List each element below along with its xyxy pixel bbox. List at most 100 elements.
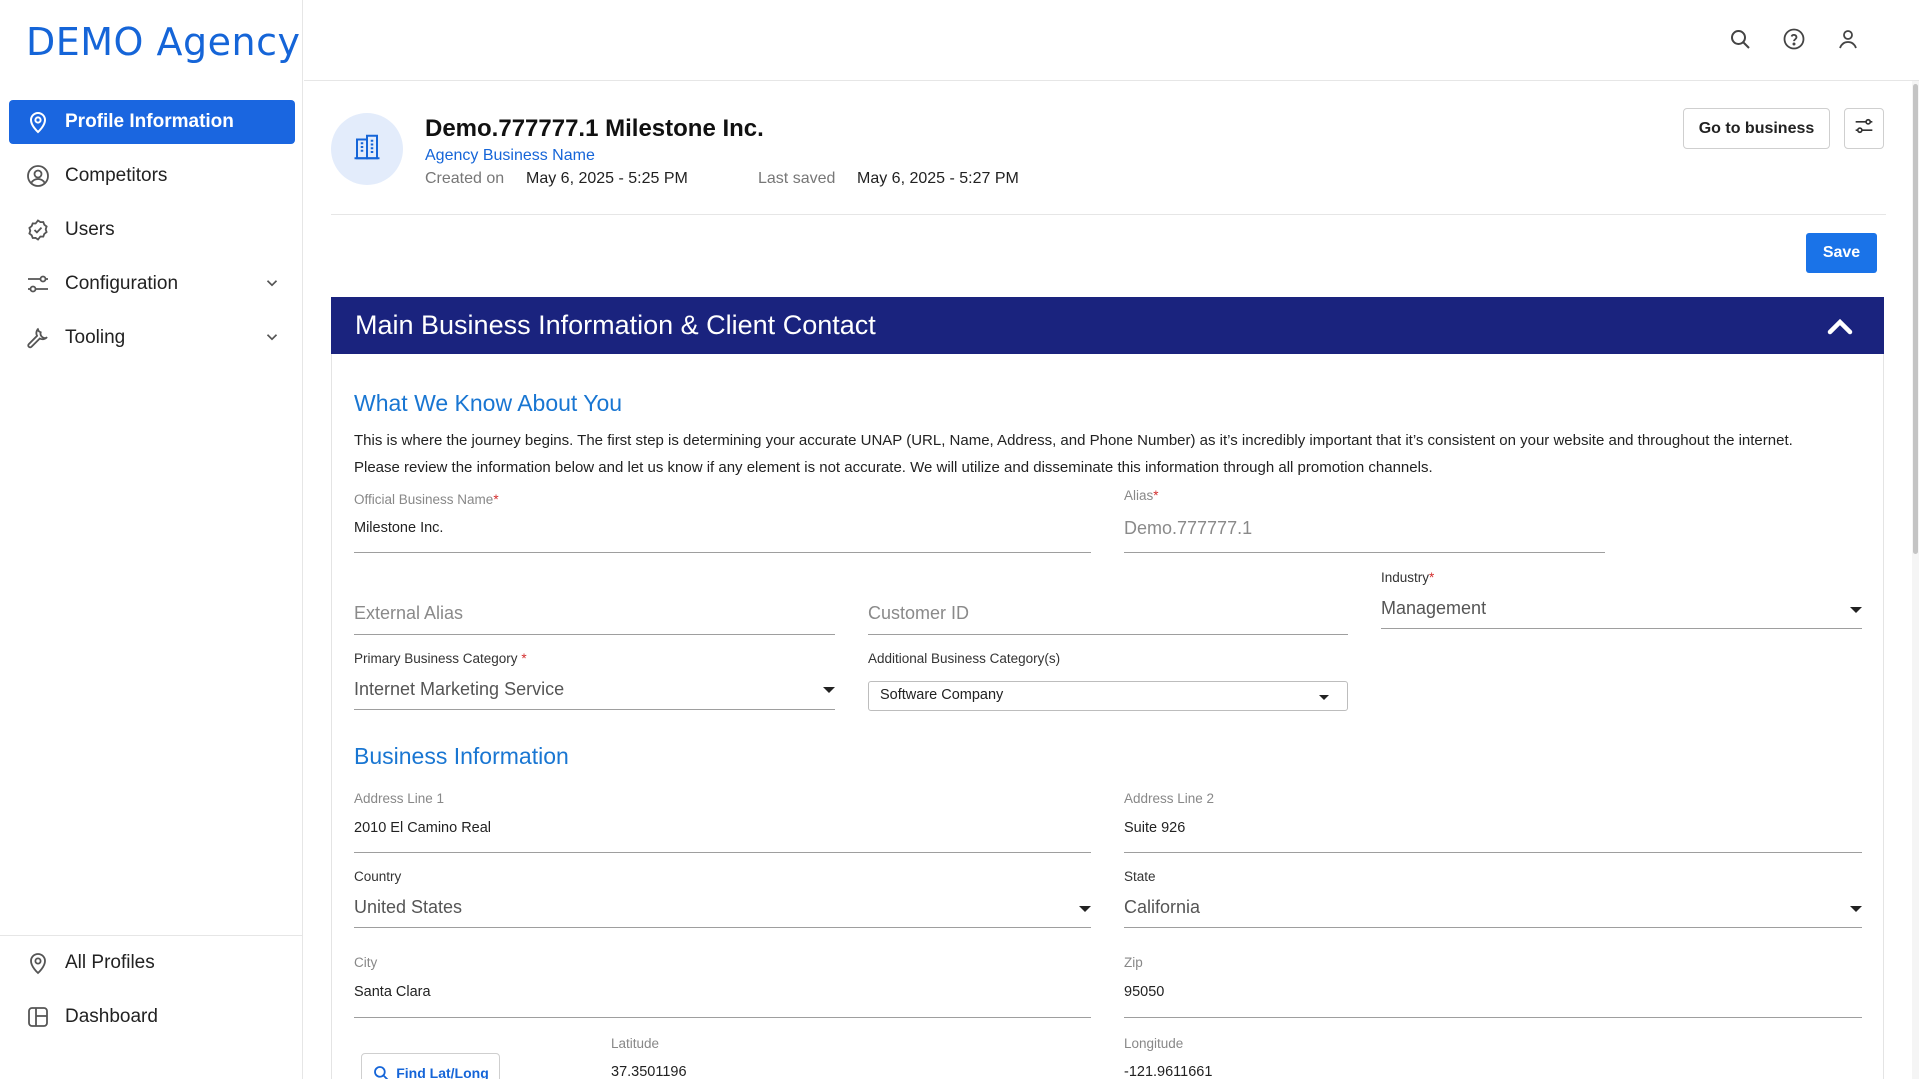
field-label: State bbox=[1124, 869, 1156, 884]
user-circle-icon bbox=[25, 163, 51, 189]
sliders-icon bbox=[25, 271, 51, 297]
field-placeholder: Customer ID bbox=[868, 603, 970, 623]
section-title-what-we-know: What We Know About You bbox=[354, 390, 623, 416]
address-line-1-field[interactable]: Address Line 1 2010 El Camino Real bbox=[354, 788, 1091, 853]
customer-id-input[interactable]: Customer ID bbox=[868, 595, 1348, 635]
additional-category-select[interactable]: Software Company bbox=[868, 681, 1348, 711]
settings-button[interactable] bbox=[1844, 108, 1884, 149]
header-divider bbox=[331, 214, 1886, 215]
created-label: Created on bbox=[425, 170, 505, 187]
sidebar-divider bbox=[0, 935, 303, 936]
business-avatar bbox=[331, 113, 403, 185]
panel-title: Main Business Information & Client Conta… bbox=[355, 310, 876, 340]
check-circle-icon bbox=[25, 217, 51, 243]
caret-down-icon bbox=[823, 687, 835, 693]
primary-category-select[interactable]: Primary Business Category * Internet Mar… bbox=[354, 647, 835, 710]
field-label: Alias* bbox=[1124, 488, 1159, 503]
chevron-down-icon bbox=[263, 274, 281, 298]
country-select[interactable]: Country United States bbox=[354, 866, 1091, 928]
field-label: Official Business Name* bbox=[354, 492, 499, 507]
sidebar-item-all-profiles[interactable]: All Profiles bbox=[9, 941, 295, 985]
sidebar-item-competitors[interactable]: Competitors bbox=[9, 154, 295, 198]
top-bar bbox=[304, 0, 1919, 81]
sidebar-item-profile-information[interactable]: Profile Information bbox=[9, 100, 295, 144]
intro-line-1: This is where the journey begins. The fi… bbox=[354, 432, 1793, 449]
field-value: Suite 926 bbox=[1124, 820, 1186, 836]
caret-down-icon bbox=[1850, 906, 1862, 912]
field-value: Management bbox=[1381, 598, 1487, 618]
field-label: Address Line 2 bbox=[1124, 791, 1215, 806]
location-pin-icon bbox=[25, 950, 51, 976]
agency-logo[interactable]: DEMO Agency bbox=[26, 20, 301, 64]
field-value: Demo.777777.1 bbox=[1124, 518, 1253, 538]
panel-header[interactable]: Main Business Information & Client Conta… bbox=[331, 297, 1884, 354]
field-value: California bbox=[1124, 897, 1201, 917]
chevron-down-icon bbox=[263, 328, 281, 352]
find-lat-long-button[interactable]: Find Lat/Long bbox=[361, 1053, 500, 1079]
search-icon bbox=[372, 1064, 390, 1079]
saved-value: May 6, 2025 - 5:27 PM bbox=[857, 170, 1019, 187]
field-label: Country bbox=[354, 869, 402, 884]
field-value: United States bbox=[354, 897, 463, 917]
caret-down-icon bbox=[1319, 695, 1329, 700]
industry-select[interactable]: Industry* Management bbox=[1381, 566, 1862, 629]
search-icon[interactable] bbox=[1728, 27, 1754, 53]
sidebar-item-tooling[interactable]: Tooling bbox=[9, 316, 295, 360]
business-subtitle[interactable]: Agency Business Name bbox=[425, 147, 595, 165]
field-value: 95050 bbox=[1124, 984, 1165, 1000]
saved-label: Last saved bbox=[758, 170, 836, 187]
field-label: City bbox=[354, 955, 378, 970]
save-button[interactable]: Save bbox=[1806, 233, 1877, 273]
field-label: Primary Business Category * bbox=[354, 651, 527, 666]
official-business-name-field[interactable]: Official Business Name* Milestone Inc. bbox=[354, 487, 1091, 553]
field-label: Longitude bbox=[1124, 1036, 1184, 1051]
sidebar-item-label: Configuration bbox=[65, 273, 179, 294]
sidebar-item-label: Dashboard bbox=[65, 1006, 158, 1027]
longitude-field[interactable]: Longitude -121.9611661 bbox=[1124, 1034, 1862, 1079]
field-value: Software Company bbox=[880, 687, 1004, 703]
sidebar-item-dashboard[interactable]: Dashboard bbox=[9, 995, 295, 1039]
caret-down-icon bbox=[1850, 607, 1862, 613]
city-field[interactable]: City Santa Clara bbox=[354, 952, 1091, 1018]
field-label: Latitude bbox=[611, 1036, 660, 1051]
section-title-business-information: Business Information bbox=[354, 743, 569, 769]
additional-category-label: Additional Business Category(s) bbox=[868, 651, 1061, 666]
field-value: Santa Clara bbox=[354, 984, 431, 1000]
latitude-field[interactable]: Latitude 37.3501196 bbox=[611, 1034, 1091, 1079]
field-value: 37.3501196 bbox=[611, 1064, 687, 1079]
find-lat-long-label: Find Lat/Long bbox=[396, 1065, 489, 1079]
field-value: 2010 El Camino Real bbox=[354, 820, 492, 836]
sidebar-item-users[interactable]: Users bbox=[9, 208, 295, 252]
building-icon bbox=[352, 132, 382, 167]
external-alias-input[interactable]: External Alias bbox=[354, 595, 835, 635]
field-placeholder: External Alias bbox=[354, 603, 464, 623]
sidebar-item-label: All Profiles bbox=[65, 952, 155, 973]
address-line-2-field[interactable]: Address Line 2 Suite 926 bbox=[1124, 788, 1862, 853]
business-name: Demo.777777.1 Milestone Inc. bbox=[425, 115, 764, 142]
caret-down-icon bbox=[1079, 906, 1091, 912]
help-icon[interactable] bbox=[1782, 27, 1808, 53]
chevron-up-icon[interactable] bbox=[1826, 315, 1854, 342]
sidebar-item-label: Profile Information bbox=[65, 111, 234, 132]
field-label: Zip bbox=[1124, 955, 1143, 970]
go-to-business-button[interactable]: Go to business bbox=[1683, 108, 1830, 149]
field-label: Industry* bbox=[1381, 570, 1435, 585]
wrench-icon bbox=[25, 325, 51, 351]
created-value: May 6, 2025 - 5:25 PM bbox=[526, 170, 688, 187]
intro-line-2: Please review the information below and … bbox=[354, 459, 1433, 476]
state-select[interactable]: State California bbox=[1124, 866, 1862, 928]
user-icon[interactable] bbox=[1836, 27, 1862, 53]
field-value: Milestone Inc. bbox=[354, 520, 444, 536]
zip-field[interactable]: Zip 95050 bbox=[1124, 952, 1862, 1018]
sidebar-item-label: Tooling bbox=[65, 327, 126, 348]
field-value: Internet Marketing Service bbox=[354, 679, 565, 699]
dashboard-icon bbox=[25, 1004, 51, 1030]
sliders-icon bbox=[1854, 116, 1874, 141]
scrollbar-thumb[interactable] bbox=[1913, 84, 1918, 554]
sidebar-item-label: Competitors bbox=[65, 165, 168, 186]
sidebar-item-label: Users bbox=[65, 219, 115, 240]
alias-field[interactable]: Alias* Demo.777777.1 bbox=[1124, 483, 1605, 553]
sidebar-item-configuration[interactable]: Configuration bbox=[9, 262, 295, 306]
field-value: -121.9611661 bbox=[1124, 1064, 1213, 1079]
location-pin-icon bbox=[25, 109, 51, 135]
